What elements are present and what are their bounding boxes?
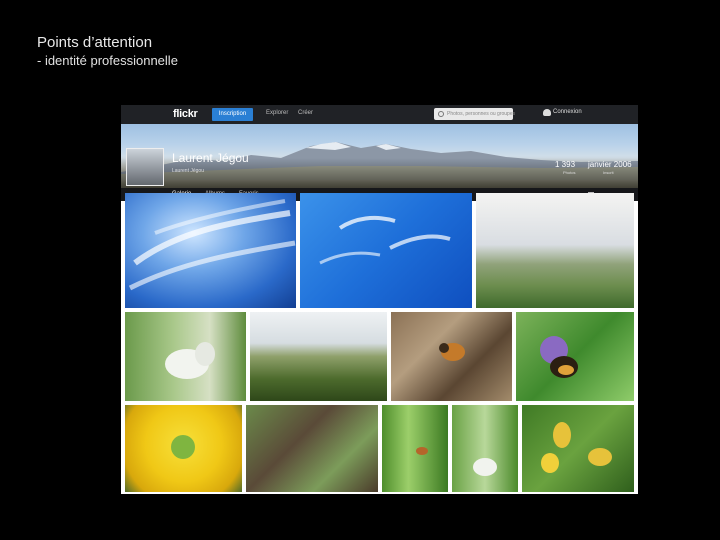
photo-countryside-landscape[interactable] bbox=[476, 193, 634, 308]
nav-explore-link[interactable]: Explorer bbox=[266, 110, 288, 116]
photo-white-butterfly[interactable] bbox=[125, 312, 246, 401]
flickr-screenshot: flickr Inscription Explorer Créer Photos… bbox=[121, 105, 638, 494]
cloud-icon bbox=[543, 109, 551, 116]
search-input[interactable]: Photos, personnes ou groupes bbox=[434, 108, 516, 120]
photo-insect-on-grass[interactable] bbox=[382, 405, 448, 492]
slide-title: Points d’attention bbox=[37, 34, 153, 51]
photo-bumblebee-flower[interactable] bbox=[516, 312, 634, 401]
signup-button[interactable]: Inscription bbox=[212, 108, 253, 121]
joined-label: Inscrit bbox=[603, 170, 614, 175]
top-navigation-bar: flickr Inscription Explorer Créer Photos… bbox=[121, 105, 638, 124]
photo-forest-valley[interactable] bbox=[250, 312, 387, 401]
profile-name: Laurent Jégou bbox=[172, 151, 249, 165]
photo-yellow-flower[interactable] bbox=[125, 405, 242, 492]
cover-photo: Laurent Jégou Laurent Jégou 1 393 Photos… bbox=[121, 124, 638, 188]
profile-handle: Laurent Jégou bbox=[172, 168, 204, 174]
photo-butterfly-on-stem[interactable] bbox=[452, 405, 518, 492]
signin-link[interactable]: Connexion bbox=[543, 109, 582, 116]
photo-cirrus-clouds-1[interactable] bbox=[125, 193, 296, 308]
photos-label: Photos bbox=[563, 170, 576, 175]
search-placeholder: Photos, personnes ou groupes bbox=[447, 111, 516, 117]
photo-grass-twigs[interactable] bbox=[246, 405, 378, 492]
search-icon bbox=[438, 111, 444, 117]
signin-label: Connexion bbox=[553, 109, 582, 115]
avatar[interactable] bbox=[126, 148, 164, 186]
photo-cirrus-clouds-2[interactable] bbox=[300, 193, 472, 308]
flickr-logo[interactable]: flickr bbox=[173, 108, 198, 120]
photo-yellow-orchid[interactable] bbox=[522, 405, 634, 492]
photos-count: 1 393 bbox=[555, 160, 576, 169]
joined-date: janvier 2006 bbox=[588, 160, 632, 169]
slide-subtitle: - identité professionnelle bbox=[37, 53, 178, 68]
nav-create-link[interactable]: Créer bbox=[298, 110, 313, 116]
photo-bee-fly-leaves[interactable] bbox=[391, 312, 512, 401]
